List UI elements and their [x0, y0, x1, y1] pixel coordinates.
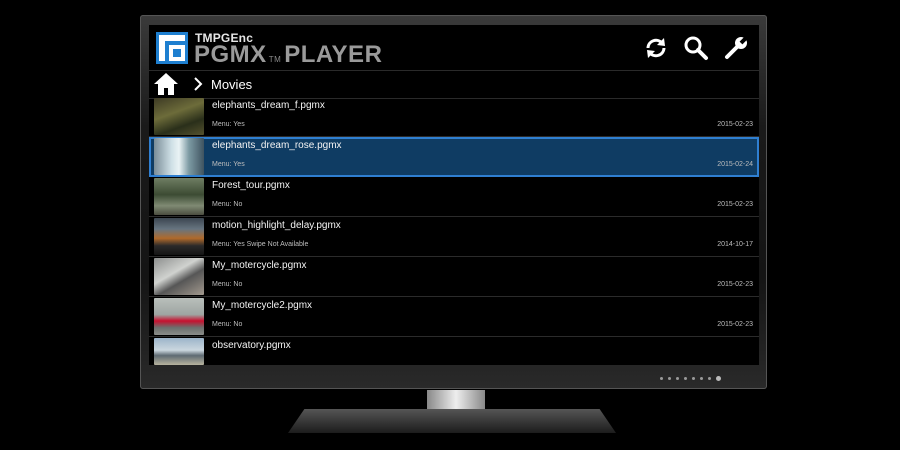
file-meta: Menu: No [212, 281, 243, 288]
file-date: 2014-10-17 [717, 241, 753, 248]
breadcrumb-current-folder: Movies [211, 77, 253, 92]
file-row[interactable]: My_motercycle2.pgmx Menu: No 2015-02-23 [149, 297, 759, 337]
file-name: Forest_tour.pgmx [212, 180, 290, 191]
chevron-right-icon [194, 77, 203, 91]
refresh-icon [646, 38, 666, 58]
file-row[interactable]: elephants_dream_f.pgmx Menu: Yes 2015-02… [149, 97, 759, 137]
tv-indicator-dot [660, 377, 663, 380]
file-name: My_motercycle.pgmx [212, 260, 307, 271]
file-row[interactable]: Forest_tour.pgmx Menu: No 2015-02-23 [149, 177, 759, 217]
video-thumbnail [154, 338, 204, 365]
file-meta: Menu: No [212, 201, 243, 208]
settings-button[interactable] [721, 33, 751, 63]
video-thumbnail [154, 98, 204, 135]
file-name: My_motercycle2.pgmx [212, 300, 313, 311]
app-header: TMPGEnc PGMX TM PLAYER [149, 25, 759, 70]
tv-stand-neck [427, 390, 485, 412]
file-name: motion_highlight_delay.pgmx [212, 220, 341, 231]
video-thumbnail [154, 298, 204, 335]
video-thumbnail [154, 178, 204, 215]
tv-indicator-lights [660, 376, 721, 381]
file-meta: Menu: Yes Swipe Not Available [212, 241, 309, 248]
file-date: 2015-02-23 [717, 121, 753, 128]
search-button[interactable] [681, 33, 711, 63]
settings-wrench-icon [725, 35, 749, 59]
video-thumbnail [154, 138, 204, 175]
tv-indicator-dot [668, 377, 671, 380]
video-thumbnail [154, 218, 204, 255]
file-meta: Menu: Yes [212, 161, 245, 168]
file-row[interactable]: observatory.pgmx [149, 337, 759, 365]
breadcrumb: Movies [149, 70, 759, 99]
file-list: elephants_dream_f.pgmx Menu: Yes 2015-02… [149, 97, 759, 365]
app-logo-icon [156, 32, 188, 64]
tv-indicator-dot [692, 377, 695, 380]
tv-power-indicator [716, 376, 721, 381]
file-meta: Menu: Yes [212, 121, 245, 128]
file-date: 2015-02-23 [717, 281, 753, 288]
tv-indicator-dot [684, 377, 687, 380]
tv-indicator-dot [708, 377, 711, 380]
tv-stand-base [288, 409, 616, 433]
tv-indicator-dot [676, 377, 679, 380]
file-row-selected[interactable]: elephants_dream_rose.pgmx Menu: Yes 2015… [149, 137, 759, 177]
file-name: elephants_dream_f.pgmx [212, 100, 325, 111]
file-date: 2015-02-23 [717, 321, 753, 328]
header-toolbar [641, 33, 751, 63]
refresh-button[interactable] [641, 33, 671, 63]
tv-indicator-dot [700, 377, 703, 380]
video-thumbnail [154, 258, 204, 295]
file-date: 2015-02-24 [717, 161, 753, 168]
brand-title-main: PGMX [194, 41, 267, 68]
brand-title: PGMX TM PLAYER [194, 41, 382, 69]
brand-trademark: TM [268, 55, 282, 64]
search-icon [684, 36, 708, 60]
file-date: 2015-02-23 [717, 201, 753, 208]
file-meta: Menu: No [212, 321, 243, 328]
file-row[interactable]: My_motercycle.pgmx Menu: No 2015-02-23 [149, 257, 759, 297]
home-icon[interactable] [153, 72, 179, 96]
file-row[interactable]: motion_highlight_delay.pgmx Menu: Yes Sw… [149, 217, 759, 257]
file-name: elephants_dream_rose.pgmx [212, 140, 342, 151]
brand-title-sub: PLAYER [284, 41, 383, 68]
file-name: observatory.pgmx [212, 340, 291, 351]
tv-screen: TMPGEnc PGMX TM PLAYER Movies elephants_… [149, 25, 759, 365]
